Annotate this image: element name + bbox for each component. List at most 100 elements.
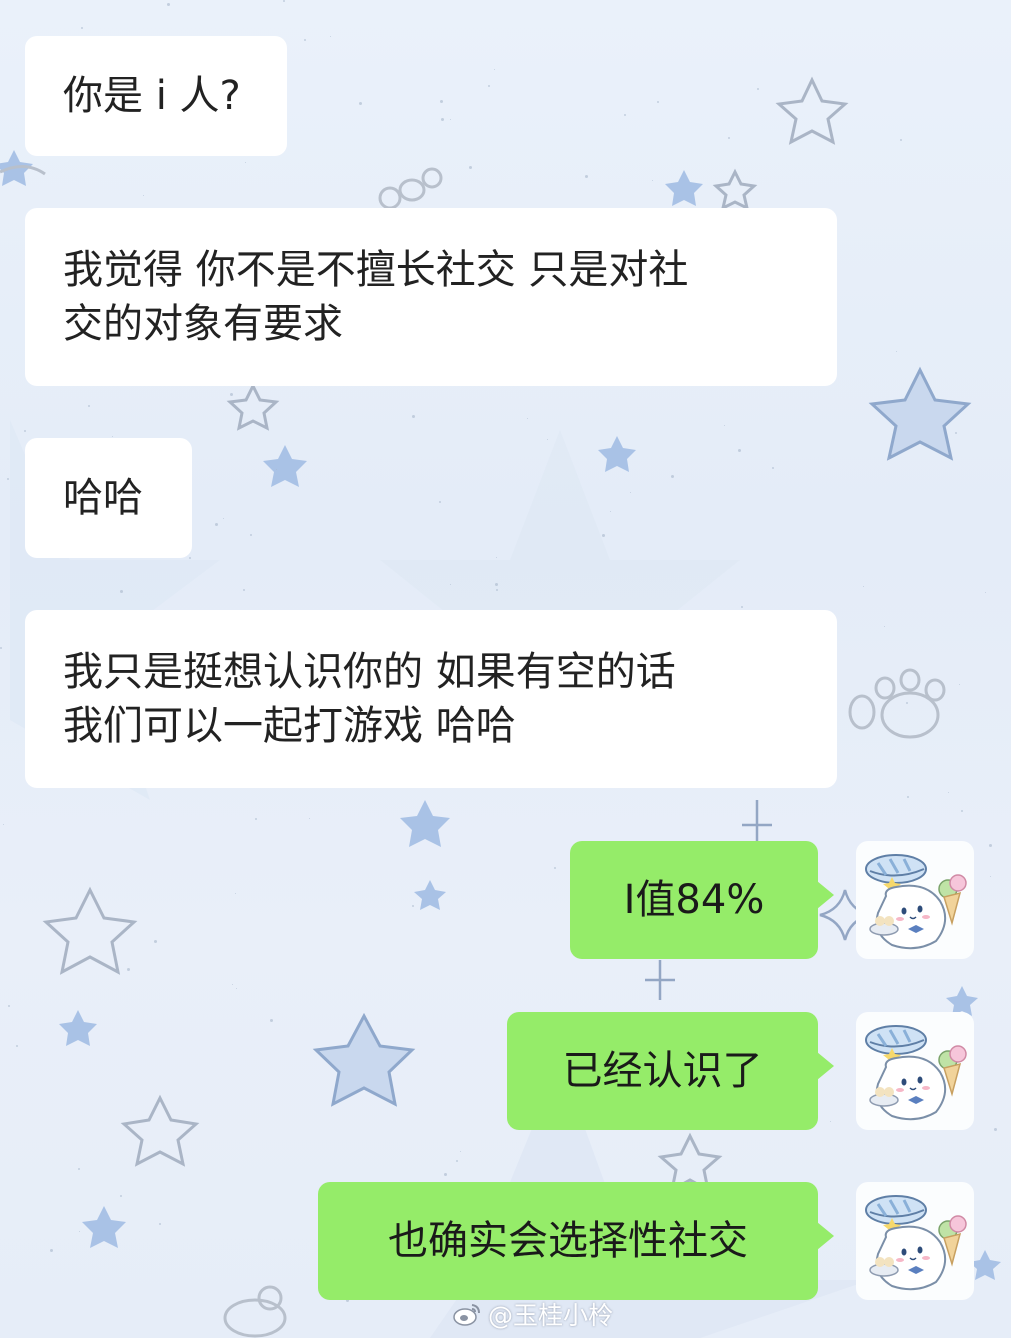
background-speck <box>624 114 626 116</box>
background-speck <box>469 166 472 169</box>
background-speck <box>460 1151 461 1152</box>
background-speck <box>7 478 9 480</box>
background-speck <box>236 988 237 989</box>
background-speck <box>112 436 113 437</box>
background-speck <box>990 876 991 877</box>
background-speck <box>488 85 490 87</box>
background-speck <box>120 1195 122 1197</box>
background-star-icon <box>312 1012 416 1107</box>
background-speck <box>412 415 415 418</box>
background-speck <box>884 626 885 627</box>
outgoing-message-bubble[interactable]: I值84% <box>570 841 834 959</box>
background-speck <box>16 1045 18 1047</box>
background-star-icon <box>414 880 446 910</box>
cinnamoroll-sailor-avatar-icon <box>865 854 967 950</box>
background-speck <box>955 432 957 434</box>
weibo-logo-icon <box>453 1304 480 1326</box>
background-speck <box>450 119 451 120</box>
background-speck <box>230 393 233 396</box>
background-star-icon <box>775 76 849 145</box>
background-speck <box>907 796 909 798</box>
background-speck <box>888 458 889 459</box>
message-text: 也确实会选择性社交 <box>388 1218 748 1264</box>
incoming-message-bubble[interactable]: 你是 i 人? <box>25 36 287 156</box>
background-speck <box>330 36 331 37</box>
background-star-icon <box>226 382 280 431</box>
message-text: 你是 i 人? <box>63 73 241 119</box>
background-speck <box>496 589 498 591</box>
background-speck <box>444 1173 447 1176</box>
message-text: 我觉得 你不是不擅长社交 只是对社 交的对象有要求 <box>63 247 689 347</box>
background-speck <box>235 893 236 894</box>
incoming-message-bubble[interactable]: 我只是挺想认识你的 如果有空的话 我们可以一起打游戏 哈哈 <box>25 610 837 788</box>
background-speck <box>189 557 191 559</box>
message-text: 已经认识了 <box>562 1048 763 1094</box>
outgoing-message-bubble[interactable]: 已经认识了 <box>507 1012 834 1130</box>
background-star-icon <box>42 886 138 975</box>
background-speck <box>24 430 26 432</box>
background-speck <box>79 1231 80 1232</box>
background-speck <box>961 810 963 812</box>
background-speck <box>127 968 130 971</box>
paw-print-icon <box>848 668 946 739</box>
watermark-text: @玉桂小柃 <box>488 1301 614 1330</box>
weibo-watermark: @玉桂小柃 <box>452 1297 613 1331</box>
paw-print-icon <box>378 167 443 210</box>
background-speck <box>167 3 170 6</box>
background-speck <box>50 1249 53 1252</box>
background-speck <box>0 647 2 649</box>
background-speck <box>738 449 741 452</box>
background-speck <box>527 418 528 419</box>
background-speck <box>610 511 611 512</box>
background-speck <box>863 586 864 587</box>
background-speck <box>772 467 774 469</box>
background-speck <box>959 684 960 685</box>
background-speck <box>159 1223 161 1225</box>
background-speck <box>81 27 83 29</box>
background-speck <box>143 195 144 196</box>
background-speck <box>309 818 310 819</box>
message-text: 我只是挺想认识你的 如果有空的话 我们可以一起打游戏 哈哈 <box>63 649 676 749</box>
background-speck <box>671 475 674 478</box>
background-star-icon <box>868 366 972 461</box>
background-speck <box>900 139 902 141</box>
cinnamoroll-sailor-avatar-icon <box>865 1195 967 1291</box>
outgoing-message-bubble[interactable]: 也确实会选择性社交 <box>318 1182 834 1300</box>
background-speck <box>496 557 497 558</box>
message-text: I值84% <box>623 877 765 923</box>
background-speck <box>994 1128 997 1131</box>
background-speck <box>585 175 588 178</box>
background-speck <box>304 39 306 41</box>
background-star-icon <box>263 445 307 487</box>
background-speck <box>456 1160 458 1162</box>
background-speck <box>660 1156 661 1157</box>
background-speck <box>88 405 90 407</box>
self-avatar[interactable] <box>856 841 974 959</box>
background-speck <box>243 589 245 591</box>
background-speck <box>78 1168 80 1170</box>
background-speck <box>985 592 986 593</box>
background-speck <box>8 1005 10 1007</box>
background-speck <box>276 469 277 470</box>
incoming-message-bubble[interactable]: 我觉得 你不是不擅长社交 只是对社 交的对象有要求 <box>25 208 837 386</box>
background-speck <box>412 905 414 907</box>
background-speck <box>232 984 233 985</box>
self-avatar[interactable] <box>856 1182 974 1300</box>
self-avatar[interactable] <box>856 1012 974 1130</box>
background-speck <box>120 590 123 593</box>
background-speck <box>906 702 908 704</box>
background-star-icon <box>712 168 758 211</box>
background-speck <box>223 518 224 519</box>
background-speck <box>728 137 730 139</box>
background-speck <box>450 584 451 585</box>
incoming-message-bubble[interactable]: 哈哈 <box>25 438 192 558</box>
background-speck <box>830 1121 831 1122</box>
background-speck <box>441 118 444 121</box>
background-star-icon <box>598 436 636 472</box>
background-speck <box>630 492 631 493</box>
background-speck <box>245 162 246 163</box>
background-speck <box>724 425 725 426</box>
background-speck <box>440 100 443 103</box>
background-speck <box>439 501 441 503</box>
sparkle-icon <box>645 960 675 1000</box>
